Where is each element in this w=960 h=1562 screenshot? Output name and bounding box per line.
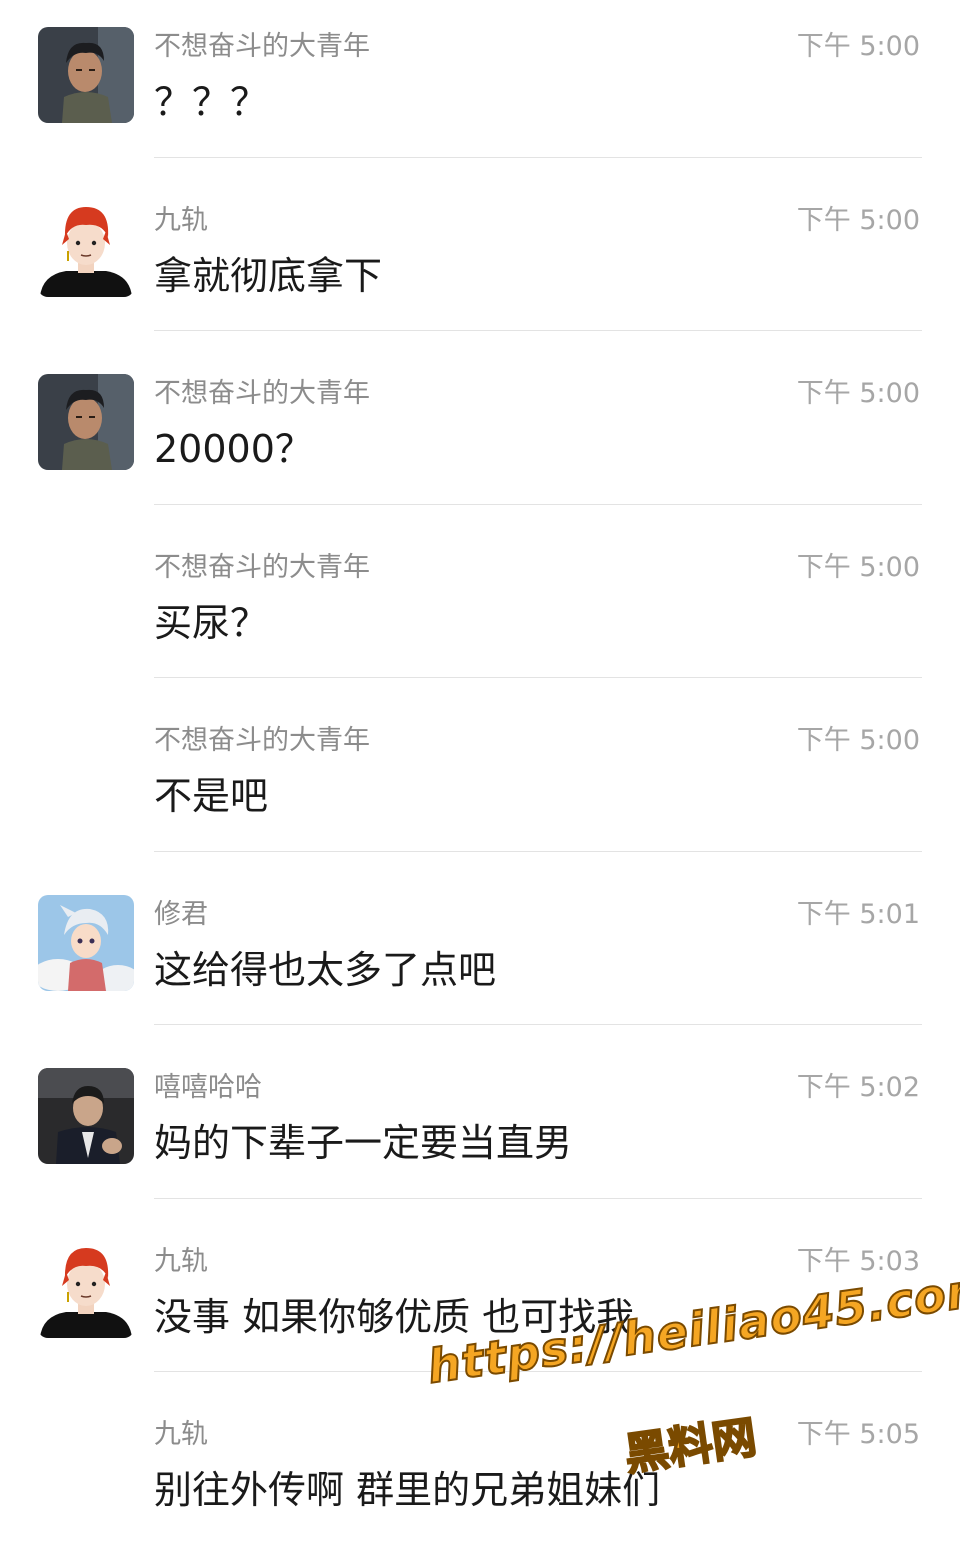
message-text: 没事 如果你够优质 也可找我 <box>154 1294 635 1339</box>
divider <box>154 677 922 678</box>
message-time: 下午 5:03 <box>796 1245 920 1277</box>
message-text: ？？？ <box>154 80 269 124</box>
message-item[interactable]: 不想奋斗的大青年 下午 5:00 不是吧 <box>0 694 960 868</box>
chat-message-list: 不想奋斗的大青年 下午 5:00 ？？？ 九轨 下午 5:00 拿就彻底拿下 不… <box>0 0 960 1562</box>
message-text: 20000？ <box>154 427 313 471</box>
message-text: 这给得也太多了点吧 <box>154 947 497 992</box>
message-time: 下午 5:02 <box>796 1072 920 1103</box>
message-text: 买尿？ <box>154 600 269 645</box>
sender-name: 不想奋斗的大青年 <box>154 725 370 756</box>
message-item[interactable]: 不想奋斗的大青年 下午 5:00 ？？？ <box>0 0 960 174</box>
message-text: 不是吧 <box>154 774 269 818</box>
divider <box>154 156 922 158</box>
sender-name: 修君 <box>154 898 208 930</box>
sender-name: 嘻嘻哈哈 <box>154 1072 262 1103</box>
anime-girl-avatar[interactable] <box>38 894 134 991</box>
message-item[interactable]: 不想奋斗的大青年 下午 5:00 买尿？ <box>0 521 960 695</box>
sender-name: 九轨 <box>154 1245 208 1277</box>
young-man-avatar[interactable] <box>38 27 134 123</box>
divider <box>154 850 922 852</box>
message-item[interactable]: 九轨 下午 5:03 没事 如果你够优质 也可找我 <box>0 1215 960 1389</box>
sender-name: 九轨 <box>154 204 208 236</box>
sender-name: 九轨 <box>154 1419 208 1450</box>
message-item[interactable]: 嘻嘻哈哈 下午 5:02 妈的下辈子一定要当直男 <box>0 1041 960 1215</box>
sender-name: 不想奋斗的大青年 <box>154 378 370 409</box>
message-text: 妈的下辈子一定要当直男 <box>154 1121 573 1165</box>
message-time: 下午 5:05 <box>796 1419 920 1450</box>
message-item[interactable]: 九轨 下午 5:00 拿就彻底拿下 <box>0 174 960 348</box>
sender-name: 不想奋斗的大青年 <box>154 551 370 583</box>
message-time: 下午 5:00 <box>796 551 920 583</box>
message-item[interactable]: 不想奋斗的大青年 下午 5:00 20000？ <box>0 347 960 521</box>
message-item[interactable]: 九轨 下午 5:05 别往外传啊 群里的兄弟姐妹们 <box>0 1388 960 1562</box>
message-text: 拿就彻底拿下 <box>154 253 383 298</box>
divider <box>154 1197 922 1199</box>
red-hair-cartoon-avatar[interactable] <box>38 200 134 297</box>
divider <box>154 1024 922 1025</box>
sender-name: 不想奋斗的大青年 <box>154 31 370 62</box>
message-text: 别往外传啊 群里的兄弟姐妹们 <box>154 1468 661 1512</box>
message-time: 下午 5:00 <box>796 378 920 409</box>
message-time: 下午 5:00 <box>796 31 920 62</box>
red-hair-cartoon-avatar[interactable] <box>38 1241 134 1338</box>
young-man-avatar[interactable] <box>38 374 134 470</box>
message-item[interactable]: 修君 下午 5:01 这给得也太多了点吧 <box>0 868 960 1042</box>
divider <box>154 503 922 505</box>
message-time: 下午 5:01 <box>796 898 920 930</box>
divider <box>154 330 922 331</box>
message-time: 下午 5:00 <box>796 725 920 756</box>
divider <box>154 1371 922 1372</box>
man-in-office-avatar[interactable] <box>38 1068 134 1164</box>
message-time: 下午 5:00 <box>796 204 920 236</box>
